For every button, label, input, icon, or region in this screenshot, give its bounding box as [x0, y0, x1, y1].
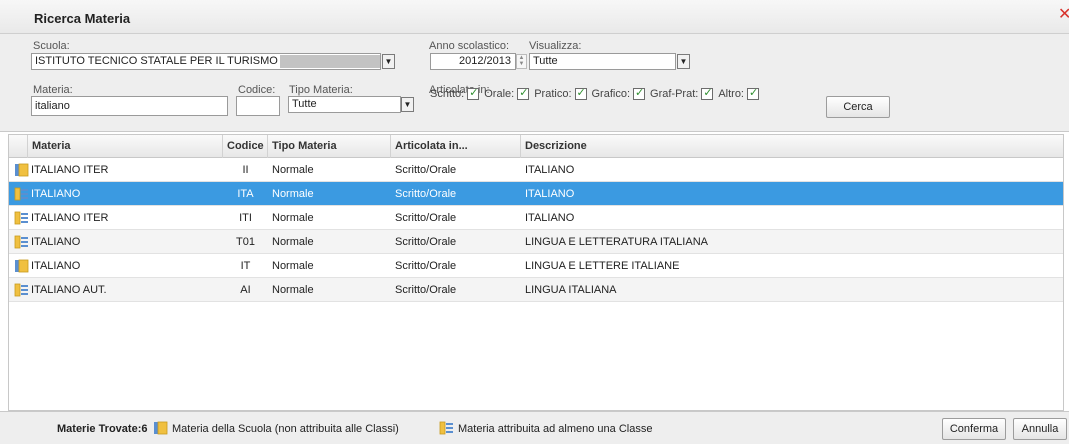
annulla-button[interactable]: Annulla [1013, 418, 1067, 440]
visualizza-select[interactable]: Tutte [529, 53, 676, 70]
codice-label: Codice: [238, 84, 276, 96]
cell-codice: ITI [239, 212, 252, 224]
column-header-articolata[interactable]: Articolata in... [391, 135, 521, 158]
option-orale: Orale: ✓ [484, 87, 530, 100]
cell-materia: ITALIANO ITER [31, 212, 109, 224]
column-header-materia[interactable]: Materia [28, 135, 223, 158]
cell-descrizione: ITALIANO [525, 212, 575, 224]
altro-checkbox[interactable]: ✓ [747, 87, 759, 100]
check-icon: ✓ [635, 87, 645, 99]
cell-tipo: Normale [272, 188, 314, 200]
column-header-codice[interactable]: Codice [223, 135, 268, 158]
cell-tipo: Normale [272, 212, 314, 224]
spinner-icon[interactable]: ▲ ▼ [516, 54, 527, 69]
cell-articolata: Scritto/Orale [395, 188, 457, 200]
cell-descrizione: LINGUA ITALIANA [525, 284, 617, 296]
orale-checkbox[interactable]: ✓ [517, 87, 530, 100]
cell-materia: ITALIANO [31, 236, 81, 248]
dialog-titlebar: Ricerca Materia ✕ [0, 0, 1069, 34]
tipo-materia-label: Tipo Materia: [289, 84, 353, 96]
class-subject-icon [14, 235, 28, 249]
table-row[interactable]: ITALIANO ITER II Normale Scritto/Orale ITALI… [8, 158, 1064, 182]
cell-codice: AI [240, 284, 251, 296]
option-pratico: Pratico: ✓ [534, 87, 587, 100]
conferma-button[interactable]: Conferma [942, 418, 1006, 440]
table-row[interactable]: ITALIANO T01 Normale Scritto/Orale LINGUA E … [8, 230, 1064, 254]
cell-descrizione: ITALIANO [525, 188, 575, 200]
dialog-footer: Materie Trovate:6 Materia della Scuola (… [0, 411, 1069, 444]
cell-descrizione: ITALIANO [525, 164, 575, 176]
articolata-options: Scritto: ✓ Orale: ✓ Pratico: ✓ Grafico: ✓ Gr… [430, 87, 764, 100]
cell-codice: II [242, 164, 249, 176]
chevron-down-icon[interactable]: ▼ [401, 97, 414, 112]
cell-tipo: Normale [272, 236, 314, 248]
cell-articolata: Scritto/Orale [395, 236, 457, 248]
table-row[interactable]: ITALIANO AUT. AI Normale Scritto/Orale LINGU… [8, 278, 1064, 302]
table-row[interactable]: ITALIANO IT Normale Scritto/Orale LINGUA E L… [8, 254, 1064, 278]
cell-articolata: Scritto/Orale [395, 284, 457, 296]
visualizza-label: Visualizza: [529, 40, 582, 52]
dialog-title: Ricerca Materia [34, 11, 131, 26]
scuola-value: ISTITUTO TECNICO STATALE PER IL TURISMO [35, 55, 278, 67]
table-row[interactable]: ITALIANO ITA Normale Scritto/Orale ITALIANO [8, 182, 1064, 206]
cell-articolata: Scritto/Orale [395, 164, 457, 176]
check-icon: ✓ [703, 87, 713, 99]
school-subject-icon [154, 421, 168, 435]
check-icon: ✓ [749, 87, 759, 99]
class-subject-icon [439, 421, 453, 435]
cell-articolata: Scritto/Orale [395, 212, 457, 224]
grid-header: Materia Codice Tipo Materia Articolata i… [8, 134, 1064, 158]
scuola-select[interactable]: ISTITUTO TECNICO STATALE PER IL TURISMO [31, 53, 381, 70]
tipo-materia-select[interactable]: Tutte [288, 96, 401, 113]
option-scritto: Scritto: ✓ [430, 87, 480, 100]
legend-class-text: Materia attribuita ad almeno una Classe [458, 423, 653, 435]
table-row[interactable]: ITALIANO ITER ITI Normale Scritto/Orale ITAL… [8, 206, 1064, 230]
anno-field[interactable]: 2012/2013 [430, 53, 516, 70]
legend-school-text: Materia della Scuola (non attribuita all… [172, 423, 399, 435]
school-subject-icon [15, 163, 29, 177]
scuola-label: Scuola: [33, 40, 70, 52]
icon-column-header [8, 135, 28, 158]
cell-articolata: Scritto/Orale [395, 260, 457, 272]
check-icon: ✓ [576, 87, 586, 99]
anno-label: Anno scolastico: [429, 40, 510, 52]
cell-descrizione: LINGUA E LETTERATURA ITALIANA [525, 236, 708, 248]
cell-tipo: Normale [272, 284, 314, 296]
cell-codice: IT [240, 260, 251, 272]
codice-input[interactable] [236, 96, 280, 116]
cell-codice: ITA [237, 188, 254, 200]
cell-materia: ITALIANO [31, 188, 81, 200]
chevron-down-icon[interactable]: ▼ [382, 54, 395, 69]
close-icon[interactable]: ✕ [1058, 7, 1069, 23]
grafico-checkbox[interactable]: ✓ [633, 87, 646, 100]
results-count: Materie Trovate:6 [57, 423, 148, 435]
cell-materia: ITALIANO AUT. [31, 284, 107, 296]
materia-input[interactable]: italiano [31, 96, 228, 116]
cell-materia: ITALIANO ITER [31, 164, 109, 176]
option-graf-prat: Graf-Prat: ✓ [650, 87, 714, 100]
option-altro: Altro: ✓ [718, 87, 759, 100]
pratico-checkbox[interactable]: ✓ [574, 87, 587, 100]
school-subject-icon [15, 259, 29, 273]
class-subject-icon [14, 187, 28, 201]
cerca-button[interactable]: Cerca [826, 96, 890, 118]
cell-materia: ITALIANO [31, 260, 81, 272]
cell-codice: T01 [236, 236, 255, 248]
filter-panel: Scuola: ISTITUTO TECNICO STATALE PER IL … [0, 34, 1069, 132]
check-icon: ✓ [469, 87, 479, 99]
class-subject-icon [14, 283, 28, 297]
materia-label: Materia: [33, 84, 73, 96]
scritto-checkbox[interactable]: ✓ [467, 87, 480, 100]
class-subject-icon [14, 211, 28, 225]
option-grafico: Grafico: ✓ [591, 87, 646, 100]
cell-tipo: Normale [272, 260, 314, 272]
check-icon: ✓ [519, 87, 529, 99]
column-header-tipo-materia[interactable]: Tipo Materia [268, 135, 391, 158]
graf-prat-checkbox[interactable]: ✓ [701, 87, 714, 100]
cell-descrizione: LINGUA E LETTERE ITALIANE [525, 260, 680, 272]
column-header-descrizione[interactable]: Descrizione [521, 135, 1064, 158]
cell-tipo: Normale [272, 164, 314, 176]
chevron-down-icon[interactable]: ▼ [677, 54, 690, 69]
redacted-mask [279, 54, 380, 68]
